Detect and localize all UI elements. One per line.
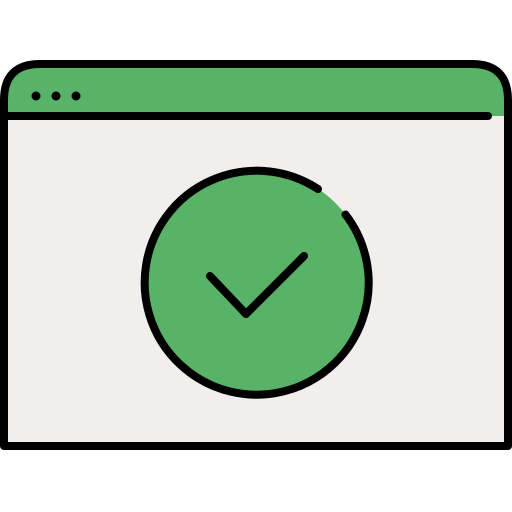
icon-canvas	[0, 0, 512, 512]
titlebar-dot	[51, 91, 61, 101]
titlebar-dots	[31, 91, 81, 101]
titlebar-dot	[71, 91, 81, 101]
titlebar-dot	[31, 91, 41, 101]
window-titlebar	[4, 64, 508, 116]
browser-window-checkmark-icon	[0, 60, 512, 450]
